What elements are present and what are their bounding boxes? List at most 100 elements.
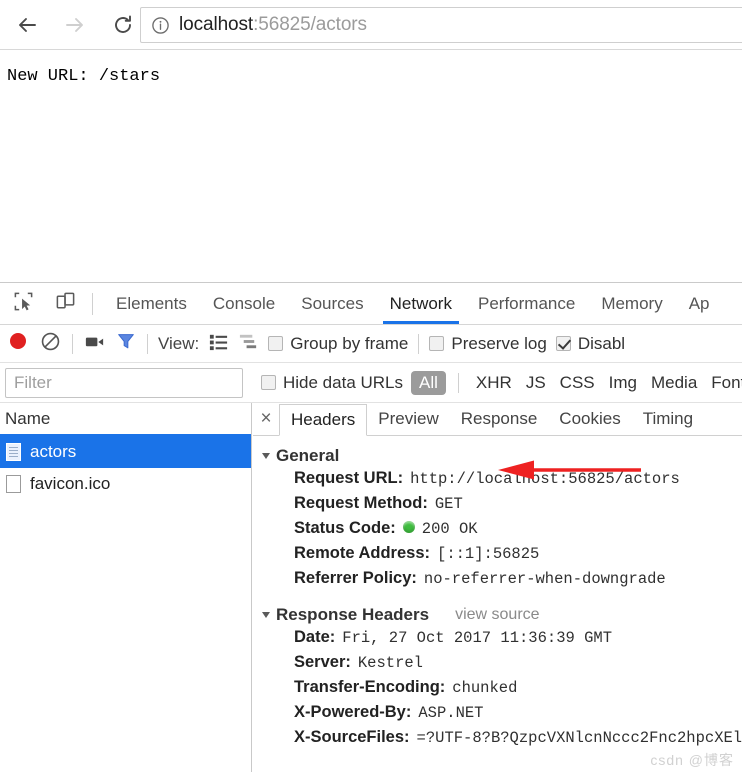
tab-label: Timing bbox=[643, 409, 693, 429]
tab-label: Ap bbox=[689, 294, 710, 314]
header-value: =?UTF-8?B?QzpcVXNlcnNccc2Fnc2hpcXEl bbox=[417, 729, 742, 747]
info-circle-icon[interactable] bbox=[151, 16, 170, 35]
view-list-button[interactable] bbox=[208, 325, 229, 363]
tabstrip-divider bbox=[92, 293, 93, 315]
chevron-down-icon bbox=[262, 612, 270, 618]
filter-button[interactable] bbox=[115, 325, 137, 363]
view-source-link[interactable]: view source bbox=[455, 606, 539, 624]
tab-performance[interactable]: Performance bbox=[465, 284, 588, 324]
checkbox-box bbox=[556, 336, 571, 351]
url-host: localhost bbox=[179, 14, 253, 35]
detail-tab-cookies[interactable]: Cookies bbox=[548, 403, 631, 435]
header-row-request-method: Request Method: GET bbox=[253, 494, 742, 519]
tab-label: Headers bbox=[291, 410, 355, 430]
chevron-down-icon bbox=[262, 453, 270, 459]
forward-button[interactable] bbox=[56, 6, 94, 44]
hide-data-urls-checkbox[interactable]: Hide data URLs bbox=[261, 364, 403, 402]
header-value: [::1]:56825 bbox=[437, 545, 539, 563]
inspect-element-button[interactable] bbox=[6, 287, 40, 321]
request-row-actors[interactable]: actors bbox=[0, 436, 251, 468]
checkbox-box bbox=[261, 375, 276, 390]
toolbar-divider-3 bbox=[418, 334, 419, 354]
header-row-status-code: Status Code: 200 OK bbox=[253, 519, 742, 544]
back-arrow-icon bbox=[15, 13, 39, 37]
tab-label: Cookies bbox=[559, 409, 620, 429]
detail-tab-response[interactable]: Response bbox=[450, 403, 549, 435]
record-button-icon bbox=[6, 329, 30, 358]
header-key: Server: bbox=[294, 653, 351, 672]
header-key: Request Method: bbox=[294, 494, 428, 513]
tab-label: Sources bbox=[301, 294, 363, 314]
requests-column-header[interactable]: Name bbox=[0, 403, 251, 436]
detail-tab-preview[interactable]: Preview bbox=[367, 403, 449, 435]
tab-elements[interactable]: Elements bbox=[103, 284, 200, 324]
header-value: ASP.NET bbox=[418, 704, 483, 722]
section-general-header[interactable]: General bbox=[253, 443, 742, 469]
disable-cache-checkbox[interactable]: Disabl bbox=[556, 325, 625, 363]
devtools-tabstrip: Elements Console Sources Network Perform… bbox=[0, 283, 742, 325]
headers-content: General Request URL: http://localhost:56… bbox=[253, 436, 742, 753]
tab-label: Preview bbox=[378, 409, 438, 429]
type-filter-js[interactable]: JS bbox=[519, 371, 553, 395]
header-value: no-referrer-when-downgrade bbox=[424, 570, 666, 588]
filter-input[interactable] bbox=[5, 368, 243, 398]
waterfall-view-icon bbox=[238, 331, 259, 357]
filterbar-divider bbox=[458, 373, 459, 393]
type-filter-font[interactable]: Font bbox=[704, 371, 742, 395]
tab-memory[interactable]: Memory bbox=[588, 284, 675, 324]
type-filter-media[interactable]: Media bbox=[644, 371, 704, 395]
header-value: Fri, 27 Oct 2017 11:36:39 GMT bbox=[342, 629, 612, 647]
type-filter-img[interactable]: Img bbox=[602, 371, 644, 395]
detail-tab-timing[interactable]: Timing bbox=[632, 403, 704, 435]
header-key: Referrer Policy: bbox=[294, 569, 417, 588]
tab-console[interactable]: Console bbox=[200, 284, 288, 324]
filter-funnel-icon bbox=[115, 330, 137, 357]
header-value: chunked bbox=[452, 679, 517, 697]
clear-button[interactable] bbox=[39, 325, 62, 363]
device-toolbar-button[interactable] bbox=[48, 287, 82, 321]
view-waterfall-button[interactable] bbox=[238, 325, 259, 363]
reload-button[interactable] bbox=[104, 6, 142, 44]
address-bar[interactable]: localhost:56825/actors bbox=[140, 7, 742, 43]
network-toolbar: View: bbox=[0, 325, 742, 363]
tab-label: Response bbox=[461, 409, 538, 429]
group-by-frame-label: Group by frame bbox=[290, 334, 408, 354]
header-key: Remote Address: bbox=[294, 544, 430, 563]
back-button[interactable] bbox=[8, 6, 46, 44]
capture-screenshots-button[interactable] bbox=[83, 325, 106, 363]
group-by-frame-checkbox[interactable]: Group by frame bbox=[268, 325, 408, 363]
header-key: Date: bbox=[294, 628, 335, 647]
close-icon[interactable]: × bbox=[253, 403, 279, 435]
preserve-log-checkbox[interactable]: Preserve log bbox=[429, 325, 546, 363]
header-row-transfer-encoding: Transfer-Encoding: chunked bbox=[253, 678, 742, 703]
document-icon bbox=[6, 443, 21, 461]
toolbar-divider-2 bbox=[147, 334, 148, 354]
section-response-headers-header[interactable]: Response Headers view source bbox=[253, 602, 742, 628]
request-name: actors bbox=[30, 442, 76, 462]
tab-label: Console bbox=[213, 294, 275, 314]
header-value: GET bbox=[435, 495, 463, 513]
tab-network[interactable]: Network bbox=[377, 284, 465, 324]
header-key: X-SourceFiles: bbox=[294, 728, 410, 747]
type-filter-xhr[interactable]: XHR bbox=[469, 371, 519, 395]
tab-application[interactable]: Ap bbox=[676, 284, 723, 324]
view-label-text: View: bbox=[158, 334, 199, 354]
type-filter-css[interactable]: CSS bbox=[553, 371, 602, 395]
type-filter-all[interactable]: All bbox=[411, 371, 446, 395]
watermark: сsdn @博客 bbox=[650, 750, 734, 770]
network-main: Name actors favicon.ico × Headers Previe… bbox=[0, 403, 742, 772]
detail-tab-headers[interactable]: Headers bbox=[279, 404, 367, 436]
section-title: Response Headers bbox=[276, 605, 429, 625]
column-header-name: Name bbox=[5, 409, 50, 429]
tab-sources[interactable]: Sources bbox=[288, 284, 376, 324]
record-button[interactable] bbox=[6, 325, 30, 363]
page-viewport: New URL: /stars bbox=[0, 50, 742, 282]
list-view-icon bbox=[208, 331, 229, 357]
browser-window: localhost:56825/actors New URL: /stars bbox=[0, 0, 742, 771]
view-label: View: bbox=[158, 325, 208, 363]
detail-tabstrip: × Headers Preview Response Cookies Timin… bbox=[253, 403, 742, 436]
tab-label: Elements bbox=[116, 294, 187, 314]
capture-screenshots-icon bbox=[83, 330, 106, 358]
header-key: Request URL: bbox=[294, 469, 403, 488]
request-row-favicon[interactable]: favicon.ico bbox=[0, 468, 251, 500]
